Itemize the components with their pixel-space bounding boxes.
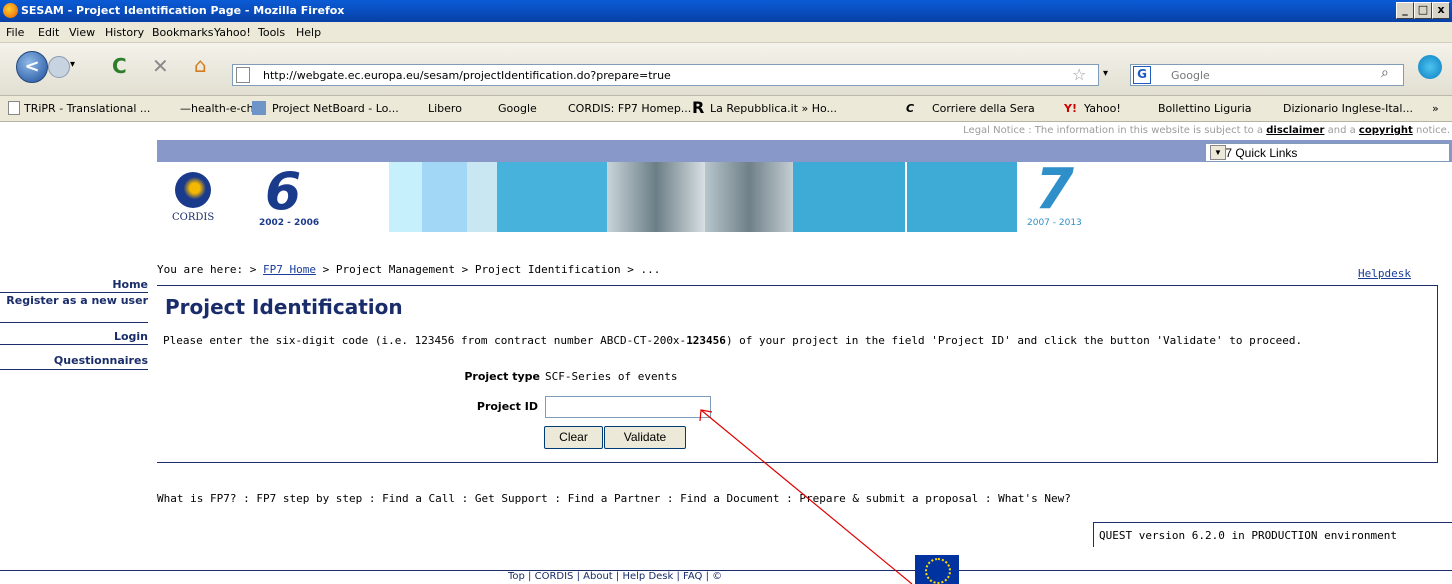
arrow-line xyxy=(700,409,913,584)
arrow-head xyxy=(699,409,713,422)
annotation-arrow xyxy=(699,409,913,584)
